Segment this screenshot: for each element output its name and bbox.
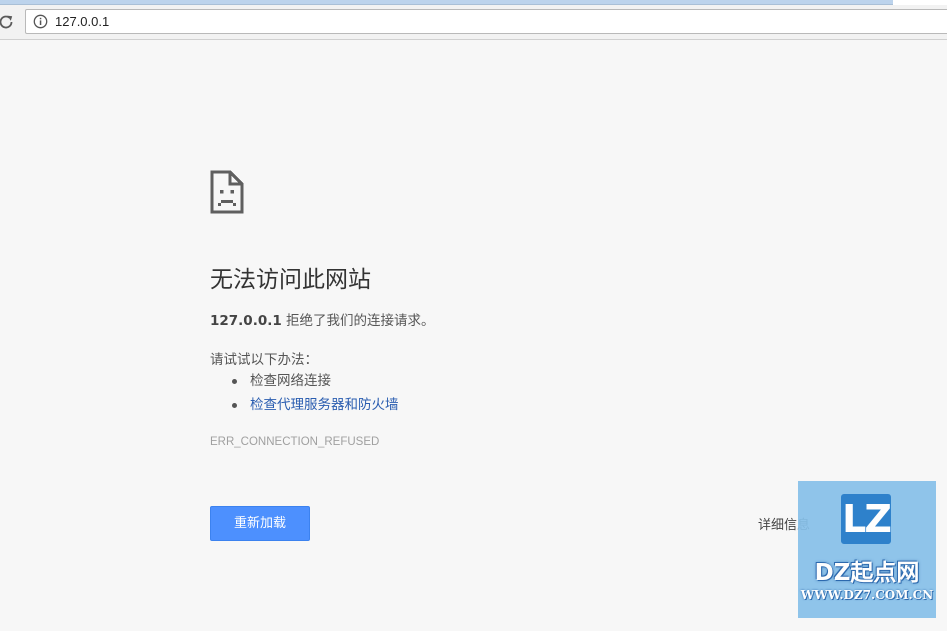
- bullet-icon: [232, 403, 237, 408]
- address-bar[interactable]: 127.0.0.1: [25, 9, 947, 34]
- watermark-name: DZ起点网: [814, 560, 920, 586]
- sad-page-icon: [210, 170, 244, 214]
- info-icon[interactable]: [33, 14, 48, 29]
- watermark-logo: LZ: [841, 494, 892, 544]
- error-code: ERR_CONNECTION_REFUSED: [210, 436, 380, 448]
- watermark: LZ DZ起点网 WWW.DZ7.COM.CN: [798, 481, 936, 618]
- reload-icon[interactable]: [0, 12, 16, 32]
- summary-text: 拒绝了我们的连接请求。: [281, 313, 435, 329]
- browser-toolbar: 127.0.0.1: [0, 5, 947, 40]
- suggestion-check-proxy-link[interactable]: 检查代理服务器和防火墙: [250, 397, 399, 413]
- reload-button[interactable]: 重新加载: [210, 506, 310, 541]
- page-title: 无法访问此网站: [210, 267, 371, 293]
- suggestions-list: 检查网络连接 检查代理服务器和防火墙: [210, 369, 399, 417]
- watermark-url: WWW.DZ7.COM.CN: [800, 588, 934, 602]
- watermark-logo-text: LZ: [842, 497, 892, 541]
- error-summary: 127.0.0.1 拒绝了我们的连接请求。: [210, 309, 435, 329]
- suggestion-item: 检查网络连接: [210, 369, 399, 393]
- bullet-icon: [232, 379, 237, 384]
- suggestion-item: 检查代理服务器和防火墙: [210, 393, 399, 417]
- suggestion-check-network: 检查网络连接: [250, 373, 331, 389]
- host-name: 127.0.0.1: [210, 313, 282, 329]
- url-text[interactable]: 127.0.0.1: [55, 14, 109, 29]
- suggestions-intro: 请试试以下办法：: [210, 352, 318, 368]
